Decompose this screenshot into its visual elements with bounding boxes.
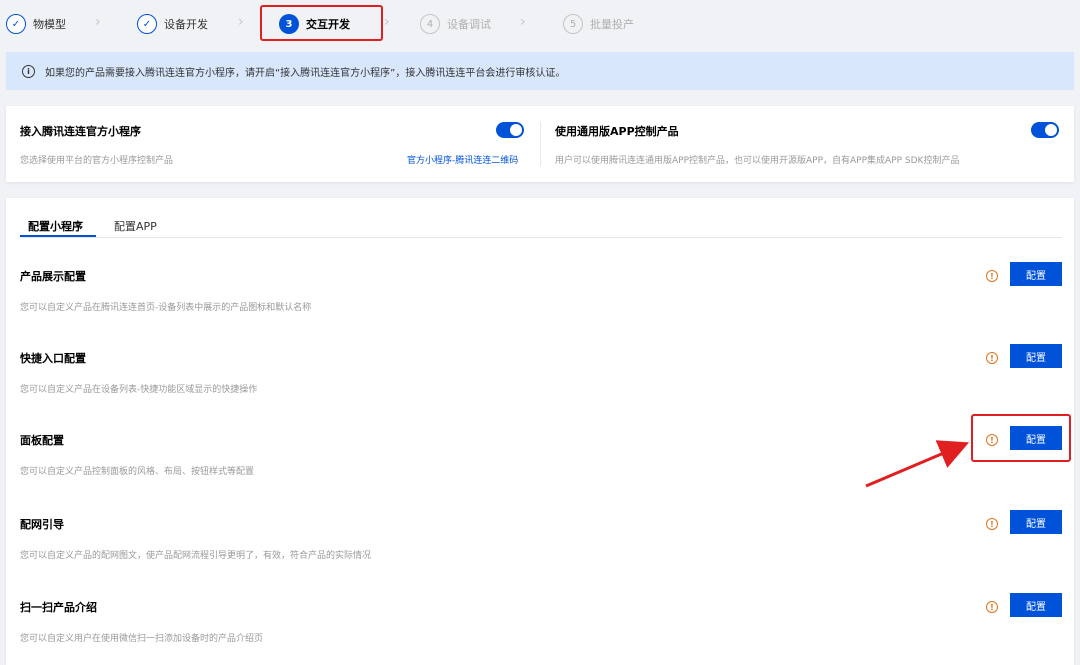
annotation-highlight-button xyxy=(971,414,1071,462)
step-mass-production[interactable]: 5 批量投产 xyxy=(563,12,634,36)
mini-program-title: 接入腾讯连连官方小程序 xyxy=(20,125,141,138)
step-bar: ✓ 物模型 › ✓ 设备开发 › 3 交互开发 › 4 设备调试 › 5 批量投… xyxy=(0,0,1080,48)
tab-mini-program[interactable]: 配置小程序 xyxy=(28,218,83,234)
check-icon: ✓ xyxy=(137,14,157,34)
warning-icon: ! xyxy=(986,352,998,364)
config-button[interactable]: 配置 xyxy=(1010,510,1062,534)
step-thing-model[interactable]: ✓ 物模型 xyxy=(6,12,66,36)
mini-program-desc: 您选择使用平台的官方小程序控制产品 xyxy=(20,156,174,166)
config-item-desc: 您可以自定义产品在设备列表-快捷功能区域显示的快捷操作 xyxy=(20,385,258,395)
mini-program-toggle[interactable] xyxy=(496,122,524,138)
config-item-title: 快捷入口配置 xyxy=(20,352,86,365)
config-item-desc: 您可以自定义用户在使用微信扫一扫添加设备时的产品介绍页 xyxy=(20,634,264,644)
config-card: 配置小程序 配置APP 产品展示配置 您可以自定义产品在腾讯连连首页-设备列表中… xyxy=(6,198,1074,665)
step-label: 批量投产 xyxy=(590,18,634,31)
toggle-knob xyxy=(510,124,522,136)
step-label: 物模型 xyxy=(33,18,66,31)
info-notice: i 如果您的产品需要接入腾讯连连官方小程序，请开启“接入腾讯连连官方小程序”，接… xyxy=(6,52,1074,90)
access-settings-card: 接入腾讯连连官方小程序 您选择使用平台的官方小程序控制产品 官方小程序-腾讯连连… xyxy=(6,106,1074,182)
toggle-knob xyxy=(1045,124,1057,136)
config-item-desc: 您可以自定义产品控制面板的风格、布局、按钮样式等配置 xyxy=(20,467,255,477)
config-item-title: 扫一扫产品介绍 xyxy=(20,601,97,614)
step-device-dev[interactable]: ✓ 设备开发 xyxy=(137,12,208,36)
generic-app-access: 使用通用版APP控制产品 用户可以使用腾讯连连通用版APP控制产品，也可以使用开… xyxy=(540,122,1074,166)
generic-app-title: 使用通用版APP控制产品 xyxy=(555,125,679,138)
chevron-right-icon: › xyxy=(384,14,390,30)
config-item-panel: 面板配置 您可以自定义产品控制面板的风格、布局、按钮样式等配置 ! 配置 xyxy=(20,426,1062,514)
config-item-desc: 您可以自定义产品的配网图文，使产品配网流程引导更明了，有效，符合产品的实际情况 xyxy=(20,551,372,561)
mini-program-access: 接入腾讯连连官方小程序 您选择使用平台的官方小程序控制产品 官方小程序-腾讯连连… xyxy=(6,106,540,182)
chevron-right-icon: › xyxy=(95,14,101,30)
generic-app-desc: 用户可以使用腾讯连连通用版APP控制产品，也可以使用开源版APP，自有APP集成… xyxy=(555,156,960,166)
config-item-scan-intro: 扫一扫产品介绍 您可以自定义用户在使用微信扫一扫添加设备时的产品介绍页 ! 配置 xyxy=(20,593,1062,665)
warning-icon: ! xyxy=(986,518,998,530)
step-number-5: 5 xyxy=(563,14,583,34)
step-device-debug[interactable]: 4 设备调试 xyxy=(420,12,491,36)
config-item-title: 产品展示配置 xyxy=(20,270,86,283)
check-icon: ✓ xyxy=(6,14,26,34)
step-label: 设备开发 xyxy=(164,18,208,31)
config-item-title: 配网引导 xyxy=(20,518,64,531)
warning-icon: ! xyxy=(986,601,998,613)
config-item-shortcut: 快捷入口配置 您可以自定义产品在设备列表-快捷功能区域显示的快捷操作 ! 配置 xyxy=(20,344,1062,432)
chevron-right-icon: › xyxy=(238,14,244,30)
config-button[interactable]: 配置 xyxy=(1010,344,1062,368)
mini-program-qr-link[interactable]: 官方小程序-腾讯连连二维码 xyxy=(407,153,518,166)
config-item-network-guide: 配网引导 您可以自定义产品的配网图文，使产品配网流程引导更明了，有效，符合产品的… xyxy=(20,510,1062,598)
config-button[interactable]: 配置 xyxy=(1010,262,1062,286)
step-number-4: 4 xyxy=(420,14,440,34)
annotation-highlight-step xyxy=(260,5,383,41)
warning-icon: ! xyxy=(986,270,998,282)
config-item-title: 面板配置 xyxy=(20,434,64,447)
active-tab-indicator xyxy=(20,235,96,237)
config-item-desc: 您可以自定义产品在腾讯连连首页-设备列表中展示的产品图标和默认名称 xyxy=(20,303,312,313)
chevron-right-icon: › xyxy=(520,14,526,30)
config-button[interactable]: 配置 xyxy=(1010,593,1062,617)
config-tabs: 配置小程序 配置APP xyxy=(20,212,1062,238)
tab-app[interactable]: 配置APP xyxy=(114,218,157,234)
notice-text: 如果您的产品需要接入腾讯连连官方小程序，请开启“接入腾讯连连官方小程序”，接入腾… xyxy=(45,67,566,79)
step-label: 设备调试 xyxy=(447,18,491,31)
generic-app-toggle[interactable] xyxy=(1031,122,1059,138)
config-item-product-display: 产品展示配置 您可以自定义产品在腾讯连连首页-设备列表中展示的产品图标和默认名称… xyxy=(20,262,1062,350)
info-icon: i xyxy=(22,64,35,78)
